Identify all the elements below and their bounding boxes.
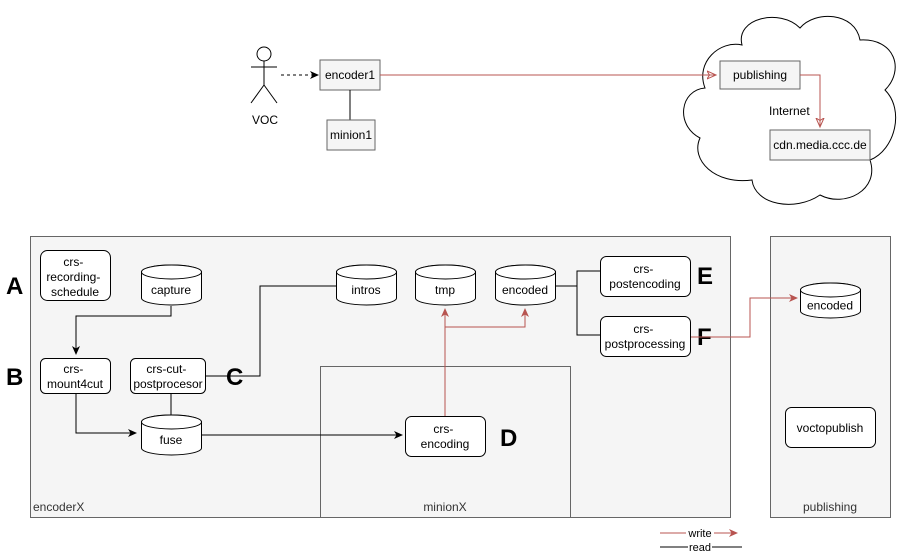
actor-leg-left <box>250 84 265 104</box>
step-label-c: C <box>226 364 243 391</box>
crs-mount4cut-node[interactable]: crs- mount4cut <box>40 358 111 394</box>
step-label-a: A <box>6 273 23 300</box>
cloud-label: Internet <box>769 104 810 118</box>
publishing-container: publishing <box>770 236 891 518</box>
encoder1-label: encoder1 <box>325 68 375 82</box>
actor-leg-right <box>263 84 278 104</box>
crs-postencoding-node[interactable]: crs- postencoding <box>600 256 691 297</box>
cylinder-top <box>495 264 556 280</box>
legend-write-label: write <box>687 528 711 540</box>
crs-encoding-node[interactable]: crs- encoding <box>405 416 486 457</box>
voctopublish-node[interactable]: voctopublish <box>785 407 876 448</box>
internet-cloud: Internet <box>683 15 897 205</box>
publishing-container-label: publishing <box>803 500 857 514</box>
publishing-label: publishing <box>733 68 787 82</box>
minionx-label: minionX <box>423 500 466 514</box>
cylinder-top <box>141 414 202 430</box>
capture-storage[interactable]: capture <box>141 264 202 306</box>
step-label-b: B <box>6 364 23 391</box>
minion1-node[interactable]: minion1 <box>326 119 376 151</box>
intros-storage[interactable]: intros <box>336 264 397 306</box>
actor-head-icon <box>256 46 272 62</box>
crs-cut-postprocesor-node[interactable]: crs-cut- postprocesor <box>130 358 206 394</box>
encoded-storage[interactable]: encoded <box>495 264 556 306</box>
cylinder-top <box>141 264 202 280</box>
tmp-storage[interactable]: tmp <box>415 264 476 306</box>
legend-read-label: read <box>689 542 711 553</box>
cylinder-top <box>415 264 476 280</box>
cylinder-top <box>800 282 861 298</box>
actor-label: VOC <box>252 113 278 127</box>
cdn-node[interactable]: cdn.media.ccc.de <box>769 129 871 161</box>
crs-postprocessing-node[interactable]: crs- postprocessing <box>600 316 691 357</box>
publishing-encoded-storage-label: encoded <box>807 299 853 313</box>
capture-storage-label: capture <box>151 283 191 297</box>
publishing-encoded-storage[interactable]: encoded <box>800 282 861 319</box>
minion1-label: minion1 <box>330 128 372 142</box>
voctopublish-label: voctopublish <box>797 421 864 435</box>
voc-actor[interactable]: VOC <box>250 46 278 127</box>
fuse-storage-label: fuse <box>160 433 183 447</box>
publishing-node[interactable]: publishing <box>719 60 801 90</box>
step-label-e: E <box>697 263 713 290</box>
architecture-diagram: VOC encoder1 minion1 Internet publishing… <box>6 15 897 553</box>
step-label-d: D <box>500 425 517 452</box>
crs-recording-schedule-node[interactable]: crs- recording- schedule <box>40 250 111 301</box>
fuse-storage[interactable]: fuse <box>141 414 202 456</box>
cylinder-top <box>336 264 397 280</box>
encoder1-node[interactable]: encoder1 <box>319 59 381 91</box>
encoderx-label: encoderX <box>33 500 84 514</box>
intros-storage-label: intros <box>351 283 380 297</box>
encoded-storage-label: encoded <box>502 283 548 297</box>
legend: write read <box>660 526 742 553</box>
tmp-storage-label: tmp <box>435 283 455 297</box>
cdn-label: cdn.media.ccc.de <box>773 138 867 152</box>
